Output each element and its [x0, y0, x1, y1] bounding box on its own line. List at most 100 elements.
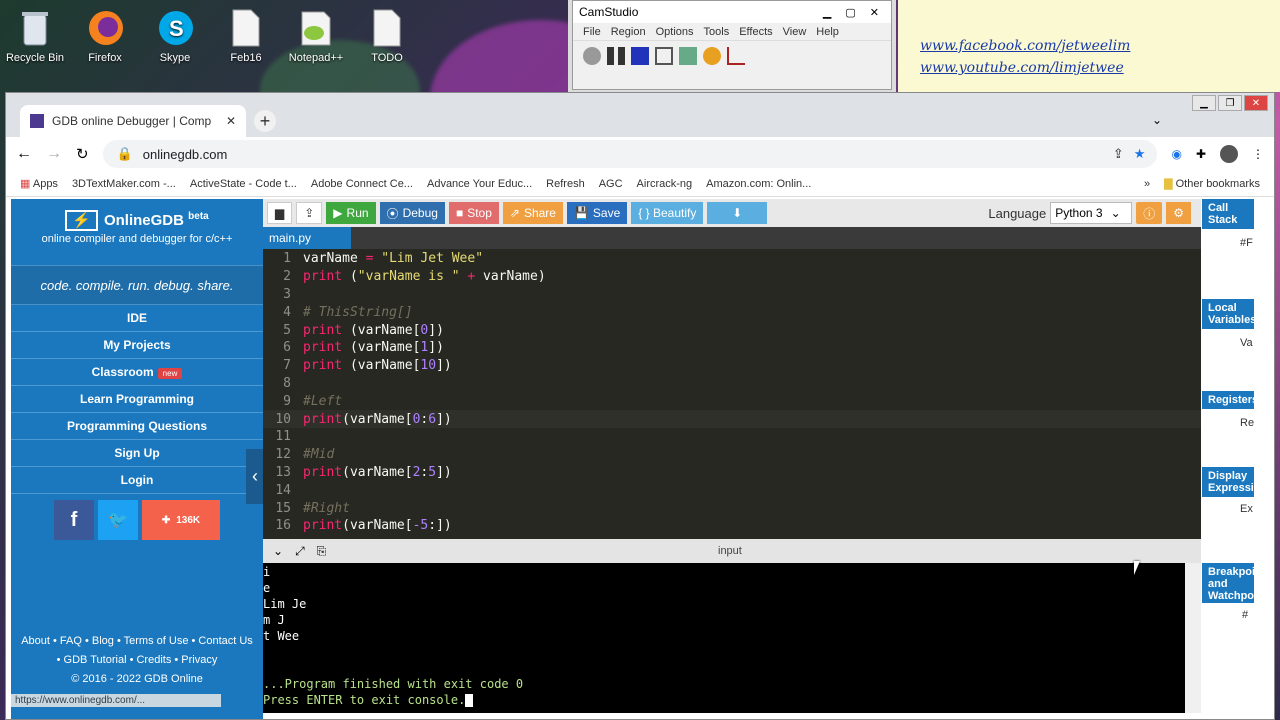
console-line: e [263, 581, 271, 595]
footer-links[interactable]: About • FAQ • Blog • Terms of Use • Cont… [11, 632, 263, 651]
bookmark-agc[interactable]: AGC [599, 178, 623, 190]
forward-icon[interactable]: → [46, 145, 62, 163]
upload-button[interactable]: ⇪ [296, 202, 323, 224]
code-line: 15 #Right [275, 500, 350, 516]
stop-icon[interactable] [631, 47, 649, 65]
panel-call-stack[interactable]: Call Stack [1202, 199, 1254, 229]
bookmarks-overflow-icon[interactable]: » [1144, 178, 1150, 190]
annotate-icon[interactable] [679, 47, 697, 65]
file-tab-main[interactable]: main.py [263, 227, 352, 249]
camstudio-titlebar: CamStudio ▁ ▢ ✕ [573, 1, 891, 23]
panel-display-expressions[interactable]: Display Expressions [1202, 467, 1254, 497]
youtube-link[interactable]: www.youtube.com/limjetwee [920, 60, 1280, 76]
menu-view[interactable]: View [783, 26, 807, 38]
download-button[interactable]: ⬇ [707, 202, 768, 224]
text-cursor [465, 694, 474, 707]
nav-programming-questions[interactable]: Programming Questions [11, 413, 263, 440]
bookmark-aircrack[interactable]: Aircrack-ng [637, 178, 693, 190]
info-button[interactable]: ⓘ [1136, 202, 1163, 224]
settings-button[interactable]: ⚙ [1166, 202, 1191, 224]
language-select[interactable]: Python 3 ⌄ [1050, 202, 1133, 224]
bookmark-advance-education[interactable]: Advance Your Educ... [427, 178, 532, 190]
back-icon[interactable]: ← [16, 145, 32, 163]
tab-close-icon[interactable]: ✕ [226, 114, 236, 128]
beautify-button[interactable]: { } Beautify [631, 202, 704, 224]
facebook-link[interactable]: www.facebook.com/jetweelim [920, 38, 1280, 54]
menu-options[interactable]: Options [656, 26, 694, 38]
menu-help[interactable]: Help [816, 26, 839, 38]
record-icon[interactable] [583, 47, 601, 65]
menu-effects[interactable]: Effects [739, 26, 772, 38]
nav-learn-programming[interactable]: Learn Programming [11, 386, 263, 413]
stop-button[interactable]: ■ Stop [448, 202, 499, 224]
bookmark-activestate[interactable]: ActiveState - Code t... [190, 178, 297, 190]
address-bar[interactable]: 🔒 onlinegdb.com ⇪ ★ [102, 140, 1158, 168]
run-button[interactable]: ▶ Run [326, 202, 376, 224]
nav-classroom[interactable]: Classroom new [11, 359, 263, 386]
panel-registers[interactable]: Registers [1202, 391, 1258, 409]
other-bookmarks[interactable]: ▇ Other bookmarks [1164, 177, 1260, 190]
maximize-icon[interactable]: ▢ [845, 6, 855, 19]
bookmark-apps[interactable]: ▦ Apps [20, 177, 58, 190]
share-icon[interactable]: ⇪ [1113, 146, 1124, 162]
menu-file[interactable]: File [583, 26, 601, 38]
expand-output-icon[interactable]: ⤢ [295, 544, 305, 559]
copy-output-icon[interactable]: ⎘ [317, 544, 327, 559]
desktop-icon-skype[interactable]: S Skype [140, 0, 210, 64]
output-console[interactable]: i e Lim Je m J t Wee ...Program finished wit… [263, 563, 1185, 713]
bookmark-amazon[interactable]: Amazon.com: Onlin... [706, 178, 811, 190]
nav-my-projects[interactable]: My Projects [11, 332, 263, 359]
desktop-icon-firefox[interactable]: Firefox [70, 0, 140, 64]
nav-login[interactable]: Login [11, 467, 263, 494]
debug-button[interactable]: ⦿ Debug [379, 202, 445, 224]
menu-tools[interactable]: Tools [704, 26, 730, 38]
nav-sign-up[interactable]: Sign Up [11, 440, 263, 467]
facebook-share-button[interactable]: f [54, 500, 94, 540]
browser-tab[interactable]: GDB online Debugger | Compiler ✕ [20, 105, 246, 137]
close-icon[interactable]: ✕ [870, 6, 879, 19]
brand-logo[interactable]: ⚡ OnlineGDB beta online compiler and debu… [11, 199, 263, 265]
desktop-icon-feb16[interactable]: Feb16 [211, 0, 281, 64]
desktop-icon-notepad[interactable]: Notepad++ [281, 0, 351, 64]
panel-breakpoints[interactable]: Breakpoints and Watchpoints [1202, 563, 1254, 603]
desktop-icon-label: Notepad++ [288, 52, 344, 64]
profile-avatar[interactable] [1220, 145, 1238, 163]
tab-search-icon[interactable]: ⌄ [1152, 113, 1162, 127]
pause-icon[interactable] [607, 47, 625, 65]
extension-icon[interactable]: ◉ [1171, 147, 1181, 161]
code-editor[interactable]: 1 varName = "Lim Jet Wee" 2 print ("varNam… [263, 249, 1201, 539]
new-tab-button[interactable]: + [254, 110, 276, 132]
region-icon[interactable] [727, 47, 745, 65]
chevron-down-icon: ⌄ [1110, 206, 1121, 220]
menu-region[interactable]: Region [611, 26, 646, 38]
panel-local-variables[interactable]: Local Variables [1202, 299, 1256, 329]
reload-icon[interactable]: ↻ [76, 145, 89, 163]
collapse-sidebar-button[interactable]: ‹ [246, 449, 264, 504]
bookmark-refresh[interactable]: Refresh [546, 178, 585, 190]
collapse-output-icon[interactable]: ⌄ [273, 544, 283, 558]
desktop-icon-recycle-bin[interactable]: Recycle Bin [0, 0, 70, 64]
settings-icon[interactable] [703, 47, 721, 65]
more-menu-icon[interactable]: ⋮ [1252, 147, 1264, 161]
share-count: 136K [176, 514, 201, 526]
puzzle-icon[interactable]: ✚ [1196, 147, 1206, 161]
sidebar-footer: About • FAQ • Blog • Terms of Use • Cont… [11, 632, 263, 689]
console-scrollbar[interactable] [1185, 563, 1201, 713]
bookmark-adobe-connect[interactable]: Adobe Connect Ce... [311, 178, 413, 190]
screen-icon[interactable] [655, 47, 673, 65]
new-file-button[interactable]: ▆ [267, 202, 293, 224]
addthis-share-button[interactable]: ✚ 136K [142, 500, 220, 540]
play-icon: ▶ [333, 206, 343, 220]
restore-icon[interactable]: ❐ [1218, 95, 1242, 111]
twitter-share-button[interactable]: 🐦 [98, 500, 138, 540]
minimize-icon[interactable]: ▁ [823, 6, 831, 19]
share-button[interactable]: ⇗ Share [502, 202, 563, 224]
nav-ide[interactable]: IDE [11, 305, 263, 332]
bookmark-3dtextmaker[interactable]: 3DTextMaker.com -... [72, 178, 176, 190]
footer-links-2[interactable]: • GDB Tutorial • Credits • Privacy [11, 651, 263, 670]
desktop-icon-todo[interactable]: TODO [352, 0, 422, 64]
save-button[interactable]: 💾 Save [566, 202, 628, 224]
close-icon[interactable]: ✕ [1244, 95, 1268, 111]
minimize-icon[interactable]: ▁ [1192, 95, 1216, 111]
bookmark-star-icon[interactable]: ★ [1134, 146, 1146, 162]
